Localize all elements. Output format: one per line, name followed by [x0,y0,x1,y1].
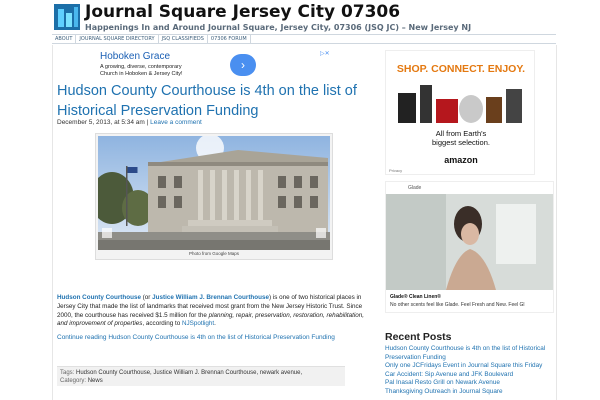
glade-ad[interactable]: Glade Glade® Clean Linen® No other scent… [385,181,554,313]
excerpt-text-3: , according to [142,320,182,328]
post-figure: Photo from Google Maps [95,133,333,260]
site-description: Happenings In and Around Journal Square,… [85,23,472,32]
glade-ad-image [386,194,553,290]
excerpt-text-4: . [214,320,216,328]
amazon-subline-1: All from Earth's [435,129,487,138]
recent-post-item[interactable]: Only one JCFridays Event in Journal Squa… [385,362,565,371]
recent-posts-list: Hudson County Courthouse is 4th on the l… [385,345,565,397]
recent-post-item[interactable]: Preservation Funding [385,354,565,363]
amazon-ad-headline: SHOP. CONNECT. ENJOY. [396,63,526,75]
recent-post-item[interactable]: Pal Inasal Resto Grill on Newark Avenue [385,379,565,388]
excerpt-text-1: (or [140,294,153,301]
nav-item-forum[interactable]: 07306 FORUM [208,35,251,43]
ad-choices-icon[interactable]: ▷✕ [320,50,330,57]
chevron-right-icon: › [241,58,245,72]
content-left-border [52,45,53,400]
site-logo-icon[interactable] [54,4,80,30]
recent-post-item[interactable]: Car Accident: Sip Avenue and JFK Bouleva… [385,371,565,380]
glade-product: Glade® Clean Linen® [390,294,441,300]
ad-open-button[interactable]: › [230,54,256,76]
nav-item-about[interactable]: ABOUT [52,35,77,43]
link-njspotlight[interactable]: NJSpotlight [182,320,214,327]
top-ad[interactable]: Hoboken Grace A growing, diverse, contem… [96,50,332,80]
link-brennan-courthouse[interactable]: Justice William J. Brennan Courthouse [152,294,269,301]
amazon-subline-2: biggest selection. [432,138,490,147]
link-hudson-county-courthouse[interactable]: Hudson County Courthouse [57,294,141,301]
amazon-logo: amazon [444,155,478,165]
recent-posts-heading: Recent Posts [385,331,452,343]
photo-caption: Photo from Google Maps [188,251,240,256]
courthouse-photo[interactable] [98,136,330,250]
site-title[interactable]: Journal Square Jersey City 07306 [85,2,400,22]
ad-title[interactable]: Hoboken Grace [100,51,170,62]
glade-tagline: No other scents feel like Glade. Feel Fr… [390,302,525,308]
post-title[interactable]: Hudson County Courthouse is 4th on the l… [57,81,377,121]
nav-item-directory[interactable]: JOURNAL SQUARE DIRECTORY [76,35,159,43]
continue-reading-link[interactable]: Continue reading Hudson County Courthous… [57,334,335,341]
post-excerpt: Hudson County Courthouse (or Justice Wil… [57,294,373,329]
category-label: Category: [60,378,87,384]
category-value[interactable]: News [88,378,103,384]
nav-item-classifieds[interactable]: JSQ CLASSIFIEDS [159,35,208,43]
meta-separator: | [146,119,149,126]
glade-brand: Glade [408,185,422,191]
recent-post-item[interactable]: Hudson County Courthouse is 4th on the l… [385,345,565,354]
post-tags-box: Tags: Hudson County Courthouse, Justice … [57,366,345,386]
tags-label: Tags: [60,370,75,376]
amazon-ad[interactable]: SHOP. CONNECT. ENJOY. All from Earth's b… [385,50,535,175]
leave-comment-link[interactable]: Leave a comment [150,119,202,126]
ad-line-2: Church in Hoboken & Jersey City! [100,71,183,77]
recent-post-item[interactable]: Thanksgiving Outreach in Journal Square [385,388,565,397]
amazon-ad-subline: All from Earth's biggest selection. [386,129,536,147]
amazon-privacy-link[interactable]: Privacy [389,168,402,173]
ad-line-1: A growing, diverse, contemporary [100,64,182,70]
post-meta: December 5, 2013, at 5:34 am | Leave a c… [57,119,202,126]
post-date: December 5, 2013, at 5:34 am [57,119,145,126]
main-nav: ABOUT JOURNAL SQUARE DIRECTORY JSQ CLASS… [52,34,556,44]
amazon-products-image [398,85,522,123]
site-header: Journal Square Jersey City 07306 Happeni… [0,0,600,34]
tags-value[interactable]: Hudson County Courthouse, Justice Willia… [76,370,302,376]
